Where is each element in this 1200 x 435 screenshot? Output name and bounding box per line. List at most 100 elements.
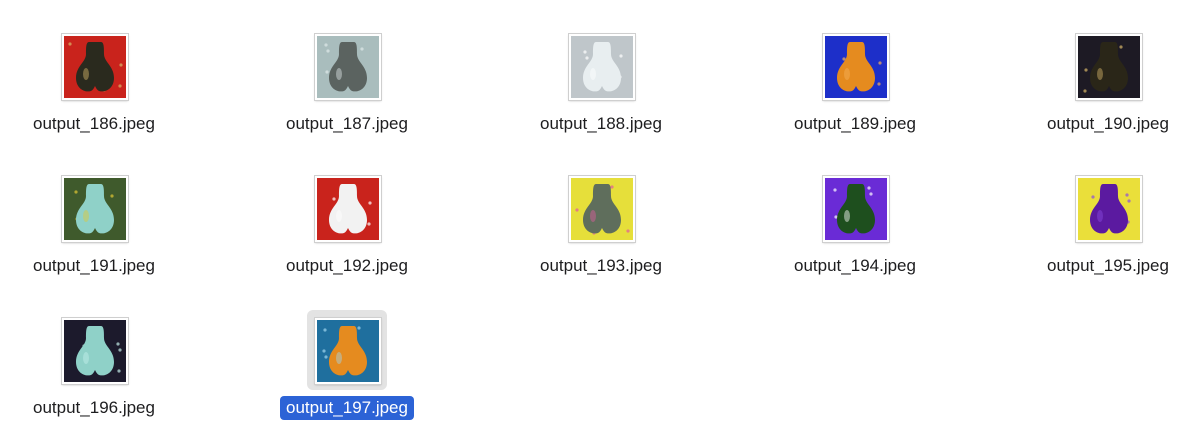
file-name-label[interactable]: output_196.jpeg [0,396,199,420]
sack-highlight [590,210,596,222]
thumbnail-image [1078,178,1140,240]
thumbnail-accent-dot [68,42,72,46]
thumbnail-frame[interactable] [307,26,387,106]
file-name-text: output_194.jpeg [794,256,916,275]
thumbnail-image [64,320,126,382]
file-name-label[interactable]: output_189.jpeg [750,112,960,136]
file-item[interactable]: output_188.jpeg [496,26,706,156]
thumbnail-accent-dot [878,61,882,65]
grey-sack-with-bubbles-image [315,34,381,100]
thumbnail-frame[interactable] [307,168,387,248]
thumbnail-accent-dot [626,229,630,233]
file-name-text: output_187.jpeg [286,114,408,133]
sack-highlight [83,210,89,222]
thumbnail-image [1078,36,1140,98]
thumbnail-accent-dot [368,201,372,205]
white-sack-on-red-image [315,176,381,242]
thumbnail-accent-dot [324,355,328,359]
thumbnail-accent-dot [1127,199,1131,203]
thumbnail-frame[interactable] [1068,26,1148,106]
thumbnail-accent-dot [326,49,330,53]
thumbnail-accent-dot [575,208,579,212]
file-name-text: output_196.jpeg [33,398,155,417]
file-item[interactable]: output_195.jpeg [1003,168,1200,298]
thumbnail-image [571,178,633,240]
sack-highlight [83,68,89,80]
thumbnail-frame[interactable] [1068,168,1148,248]
thumbnail-accent-dot [323,328,327,332]
file-name-label[interactable]: output_194.jpeg [750,254,960,278]
green-sack-lightning-image [823,176,889,242]
thumbnail-frame[interactable] [815,168,895,248]
thumbnail-accent-dot [1125,193,1129,197]
file-item[interactable]: output_196.jpeg [0,310,199,435]
grey-sack-confetti-image [569,176,635,242]
sack-highlight [590,68,596,80]
thumbnail-frame[interactable] [54,168,134,248]
thumbnail-accent-dot [322,349,326,353]
thumbnail-image [317,36,379,98]
file-name-label[interactable]: output_195.jpeg [1003,254,1200,278]
thumbnail-frame[interactable] [54,310,134,390]
sack-highlight [83,352,89,364]
file-name-text: output_192.jpeg [286,256,408,275]
thumbnail-accent-dot [619,54,623,58]
file-name-text: output_191.jpeg [33,256,155,275]
thumbnail-accent-dot [118,348,122,352]
thumbnail-frame[interactable] [815,26,895,106]
file-item[interactable]: output_194.jpeg [750,168,960,298]
file-name-label[interactable]: output_186.jpeg [0,112,199,136]
thumbnail-image [64,36,126,98]
sack-highlight [336,210,342,222]
thumbnail-accent-dot [1091,195,1095,199]
thumbnail-accent-dot [119,63,123,67]
thumbnail-accent-dot [74,190,78,194]
thumbnail-frame[interactable] [561,26,641,106]
thumbnail-frame[interactable] [307,310,387,390]
file-name-text: output_193.jpeg [540,256,662,275]
file-item[interactable]: output_193.jpeg [496,168,706,298]
thumbnail-accent-dot [357,326,361,330]
file-name-text: output_186.jpeg [33,114,155,133]
file-item[interactable]: output_187.jpeg [242,26,452,156]
teal-fluffy-sack-flowers-image [62,176,128,242]
thumbnail-image [825,36,887,98]
thumbnail-frame[interactable] [54,26,134,106]
file-name-text: output_190.jpeg [1047,114,1169,133]
thumbnail-image [64,178,126,240]
sack-highlight [1097,210,1103,222]
file-name-label[interactable]: output_187.jpeg [242,112,452,136]
file-icon-grid: output_186.jpeg output_187.jpeg output_188… [0,0,1200,435]
thumbnail-accent-dot [116,342,120,346]
thumbnail-image [317,320,379,382]
file-name-label[interactable]: output_197.jpeg [242,396,452,420]
sack-highlight [336,68,342,80]
file-item[interactable]: output_190.jpeg [1003,26,1200,156]
thumbnail-accent-dot [117,369,121,373]
file-item[interactable]: output_189.jpeg [750,26,960,156]
sack-highlight [336,352,342,364]
file-item[interactable]: output_192.jpeg [242,168,452,298]
orange-sack-on-blue-image [823,34,889,100]
file-name-label[interactable]: output_191.jpeg [0,254,199,278]
file-item[interactable]: output_186.jpeg [0,26,199,156]
thumbnail-frame[interactable] [561,168,641,248]
file-name-label[interactable]: output_192.jpeg [242,254,452,278]
thumbnail-image [825,178,887,240]
thumbnail-accent-dot [585,56,589,60]
thumbnail-accent-dot [110,194,114,198]
thumbnail-accent-dot [869,192,873,196]
file-name-text: output_189.jpeg [794,114,916,133]
file-name-label[interactable]: output_188.jpeg [496,112,706,136]
file-item[interactable]: output_197.jpeg [242,310,452,435]
thumbnail-accent-dot [360,47,364,51]
file-item[interactable]: output_191.jpeg [0,168,199,298]
file-name-label[interactable]: output_190.jpeg [1003,112,1200,136]
thumbnail-image [571,36,633,98]
file-name-text: output_195.jpeg [1047,256,1169,275]
file-name-label[interactable]: output_193.jpeg [496,254,706,278]
thumbnail-accent-dot [833,188,837,192]
file-name-text: output_188.jpeg [540,114,662,133]
black-gold-sack-on-dark-image [1076,34,1142,100]
black-gold-patterned-sack-image [62,34,128,100]
